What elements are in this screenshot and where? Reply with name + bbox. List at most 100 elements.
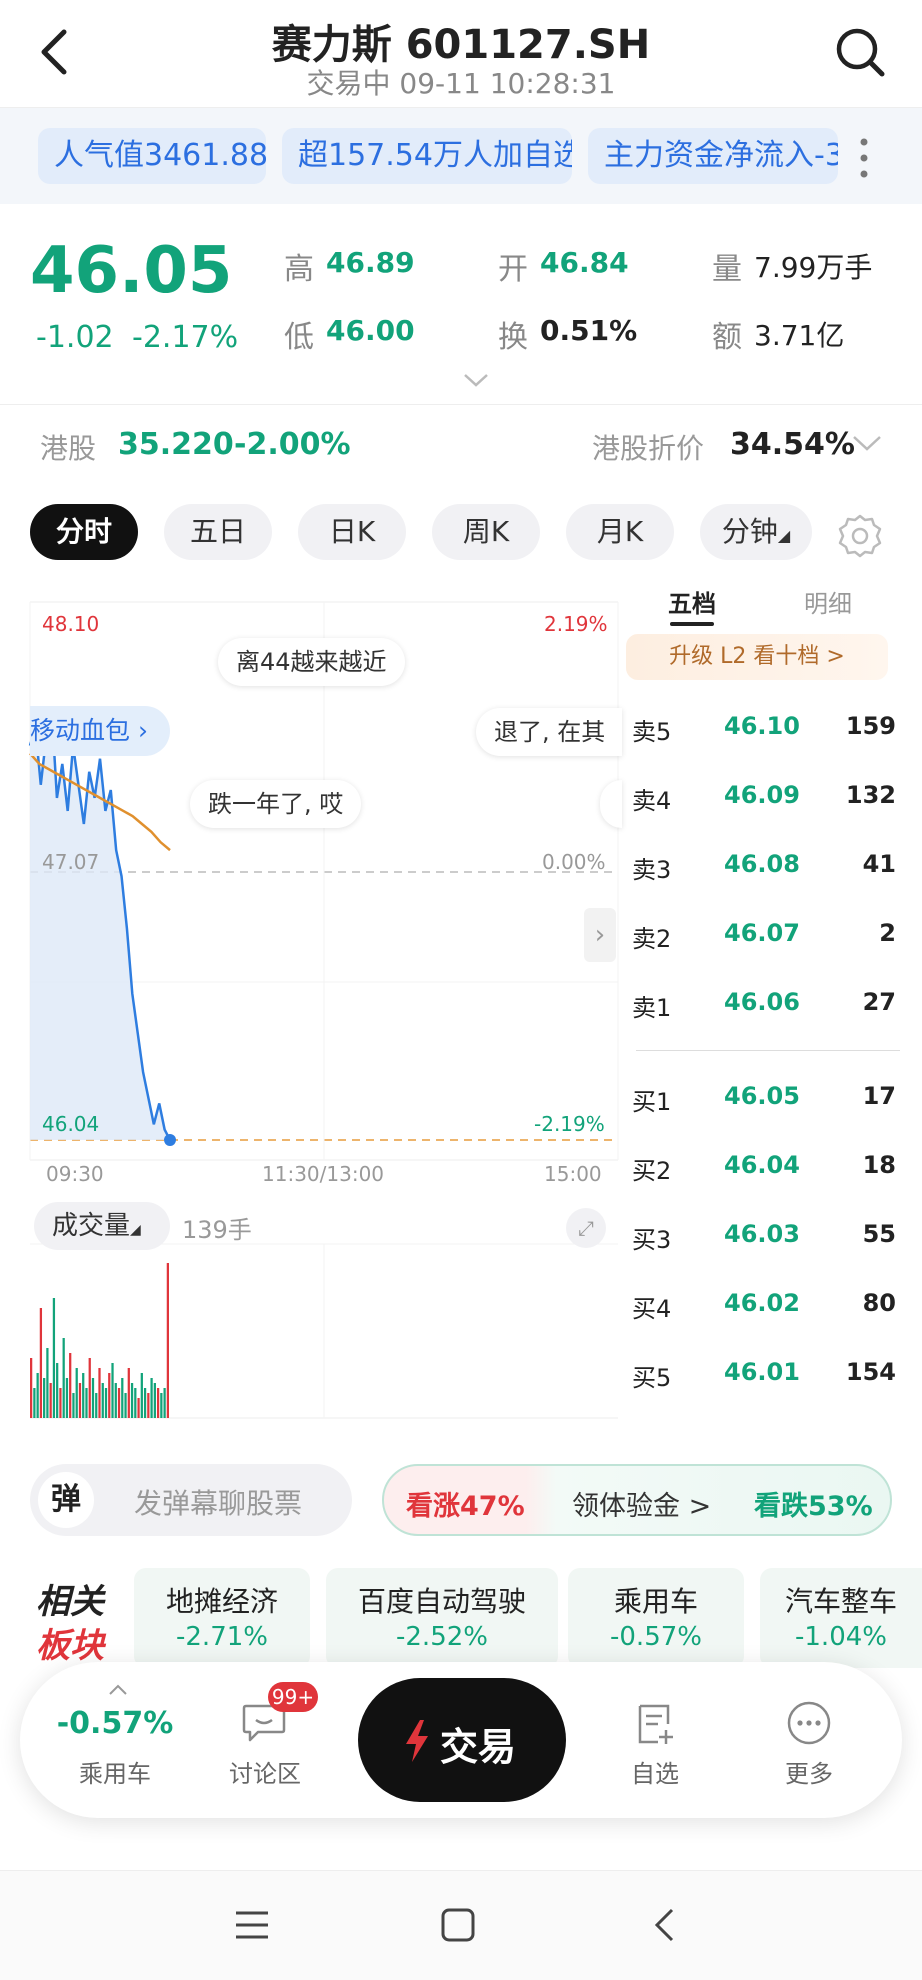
tab-five-levels[interactable]: 五档 xyxy=(668,584,716,619)
add-watchlist-icon xyxy=(638,1704,673,1744)
hk-discount-value: 34.54% xyxy=(730,427,855,462)
sector-card[interactable]: 汽车整车 -1.04% xyxy=(760,1568,922,1668)
volume-indicator-select[interactable]: 成交量◢ xyxy=(34,1202,170,1250)
volume-bar xyxy=(124,1393,127,1418)
home-icon[interactable] xyxy=(440,1907,476,1943)
sentiment-bar[interactable]: 看涨47% 领体验金 > 看跌53% xyxy=(382,1464,892,1536)
sector-name: 地摊经济 xyxy=(165,1585,278,1618)
sector-name: 乘用车 xyxy=(79,1760,151,1788)
pct-axis-low: -2.19% xyxy=(534,1112,605,1136)
chevron-up-icon xyxy=(109,1684,127,1695)
price-series-layer xyxy=(28,706,176,1146)
chevron-down-icon[interactable] xyxy=(850,433,884,453)
tab-minute[interactable]: 分钟◢ xyxy=(700,504,812,560)
y-axis-top: 48.10 xyxy=(42,612,100,636)
y-axis-mid: 47.07 xyxy=(42,850,100,874)
hk-pct: -2.00% xyxy=(234,427,351,462)
hk-share-row[interactable]: 港股 35.220 -2.00% 港股折价 34.54% xyxy=(0,404,922,482)
tab-intraday[interactable]: 分时 xyxy=(30,504,138,560)
volume-bar xyxy=(49,1383,52,1418)
danmaku-input[interactable]: 弹 发弹幕聊股票 xyxy=(30,1464,352,1536)
volume-bar xyxy=(33,1388,36,1418)
pct-axis-mid: 0.00% xyxy=(542,850,606,874)
chevron-right-icon[interactable]: › xyxy=(584,908,616,962)
ask-volume: 27 xyxy=(862,988,896,1016)
volume-bar xyxy=(160,1393,163,1418)
sector-card[interactable]: 乘用车 -0.57% xyxy=(568,1568,744,1668)
ask-label: 卖3 xyxy=(632,856,672,884)
volume-bar xyxy=(150,1378,153,1418)
intraday-chart[interactable]: 48.10 2.19% 47.07 0.00% 46.04 -2.19% 09:… xyxy=(0,582,622,1422)
hk-price: 35.220 xyxy=(118,427,234,462)
volume-bar xyxy=(43,1378,46,1418)
capital-flow-tag[interactable]: 主力资金净流入-3 xyxy=(588,128,838,184)
trade-button[interactable]: 交易 xyxy=(358,1678,566,1802)
bid-volume: 55 xyxy=(862,1220,896,1248)
settings-gear-icon[interactable] xyxy=(836,512,884,560)
bid-row[interactable]: 买1 46.05 17 xyxy=(632,1082,912,1122)
danmaku-bubble[interactable]: 离44越来越近 xyxy=(218,638,405,686)
ask-row[interactable]: 卖1 46.06 27 xyxy=(632,988,912,1028)
danmaku-health-pack[interactable]: 移动血包 › xyxy=(30,706,170,756)
fullscreen-icon[interactable]: ⤢ xyxy=(566,1208,606,1248)
bid-volume: 80 xyxy=(862,1289,896,1317)
bid-label: 买1 xyxy=(632,1088,672,1116)
back-icon[interactable] xyxy=(652,1907,676,1943)
volume-bar xyxy=(153,1383,156,1418)
volume-bar xyxy=(104,1388,108,1418)
tab-monthly-k[interactable]: 月K xyxy=(566,504,674,560)
sector-name: 汽车整车 xyxy=(784,1585,897,1618)
volume-bar xyxy=(114,1383,117,1418)
volume-bar xyxy=(143,1388,147,1418)
x-axis-mid: 11:30/13:00 xyxy=(262,1162,385,1186)
volume-bar xyxy=(88,1358,91,1418)
ask-row[interactable]: 卖3 46.08 41 xyxy=(632,850,912,890)
ask-row[interactable]: 卖4 46.09 132 xyxy=(632,781,912,821)
menu-icon[interactable] xyxy=(234,1909,270,1941)
bid-row[interactable]: 买3 46.03 55 xyxy=(632,1220,912,1260)
volume-bar xyxy=(163,1388,166,1418)
tab-details[interactable]: 明细 xyxy=(804,584,852,619)
sector-card[interactable]: 地摊经济 -2.71% xyxy=(134,1568,310,1668)
expand-chevron-icon[interactable] xyxy=(462,372,490,388)
watchlist-button[interactable]: 自选 xyxy=(600,1674,710,1804)
popularity-tag[interactable]: 人气值3461.88 xyxy=(38,128,266,184)
ask-row[interactable]: 卖5 46.10 159 xyxy=(632,712,912,752)
volume-bar xyxy=(147,1393,150,1418)
watchlist-tag[interactable]: 超157.54万人加自选 xyxy=(282,128,572,184)
danmaku-toggle-badge[interactable]: 弹 xyxy=(38,1472,94,1528)
volume-bar xyxy=(140,1373,143,1418)
volume-bar xyxy=(56,1363,59,1418)
more-button[interactable]: 更多 xyxy=(754,1674,864,1804)
upgrade-l2-button[interactable]: 升级 L2 看十档 > xyxy=(626,634,888,680)
open-label: 开 xyxy=(498,252,528,287)
quote-panel: 46.05 -1.02 -2.17% 高 46.89 低 46.00 开 46.… xyxy=(0,204,922,404)
ask-volume: 2 xyxy=(879,919,896,947)
volume-bar xyxy=(117,1388,121,1418)
ask-price: 46.08 xyxy=(724,850,800,878)
ask-volume: 132 xyxy=(845,781,896,809)
tab-five-day[interactable]: 五日 xyxy=(164,504,272,560)
discussion-button[interactable]: 99+ 讨论区 xyxy=(210,1674,320,1804)
volume-bar xyxy=(127,1368,130,1418)
sector-quick-button[interactable]: -0.57% 乘用车 xyxy=(50,1674,180,1804)
ask-row[interactable]: 卖2 46.07 2 xyxy=(632,919,912,959)
danmaku-bubble[interactable]: 退了, 在其 xyxy=(476,708,622,756)
danmaku-bubble[interactable]: 跌一年了, 哎 xyxy=(190,780,362,828)
bid-row[interactable]: 买4 46.02 80 xyxy=(632,1289,912,1329)
high-value: 46.89 xyxy=(326,246,415,279)
watchlist-label: 自选 xyxy=(631,1760,679,1788)
tab-daily-k[interactable]: 日K xyxy=(298,504,406,560)
volume-bar xyxy=(156,1388,160,1418)
tab-weekly-k[interactable]: 周K xyxy=(432,504,540,560)
search-icon[interactable] xyxy=(832,24,888,80)
more-dots-icon[interactable] xyxy=(852,136,876,180)
more-circle-icon xyxy=(787,1701,831,1745)
bid-row[interactable]: 买2 46.04 18 xyxy=(632,1151,912,1191)
ask-label: 卖2 xyxy=(632,925,672,953)
order-book: 五档 明细 升级 L2 看十档 > 卖5 46.10 159 卖4 46.09 132 … xyxy=(622,582,922,1422)
claim-bonus-link[interactable]: 领体验金 > xyxy=(572,1484,711,1523)
sector-card[interactable]: 百度自动驾驶 -2.52% xyxy=(326,1568,558,1668)
low-label: 低 xyxy=(284,320,314,355)
bid-row[interactable]: 买5 46.01 154 xyxy=(632,1358,912,1398)
